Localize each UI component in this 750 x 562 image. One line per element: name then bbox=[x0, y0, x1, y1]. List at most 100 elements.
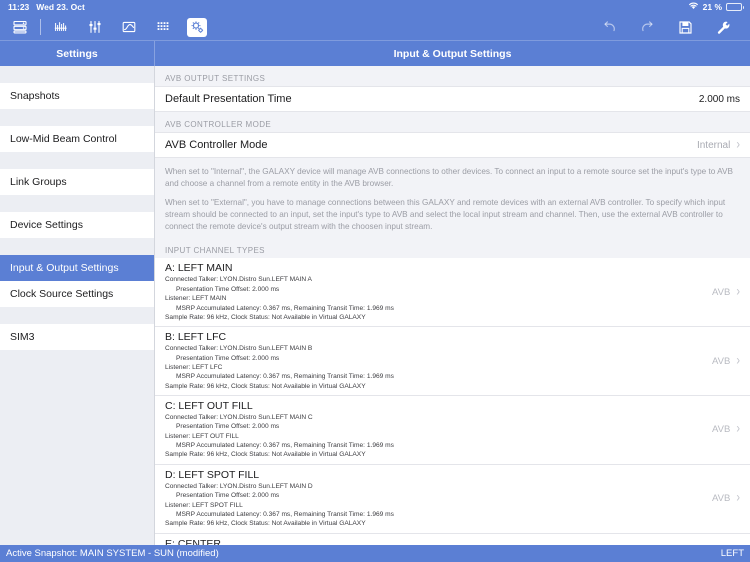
sidebar-group-gap bbox=[0, 66, 154, 83]
matrix-grid-icon[interactable] bbox=[153, 18, 173, 37]
input-channel-offset: Presentation Time Offset: 2.000 ms bbox=[176, 285, 280, 293]
default-presentation-time-value: 2.000 ms bbox=[698, 93, 740, 105]
sidebar-header-title: Settings bbox=[0, 41, 155, 66]
sidebar-group: SIM3 bbox=[0, 324, 154, 350]
device-list-icon[interactable] bbox=[10, 18, 30, 37]
input-channel-sample: Sample Rate: 96 kHz, Clock Status: Not A… bbox=[165, 382, 366, 390]
faders-icon[interactable] bbox=[85, 18, 105, 37]
chevron-right-icon: › bbox=[736, 490, 740, 506]
status-bar-time: 11:23 bbox=[8, 2, 30, 12]
input-channel-sample: Sample Rate: 96 kHz, Clock Status: Not A… bbox=[165, 520, 366, 528]
input-channel-sample: Sample Rate: 96 kHz, Clock Status: Not A… bbox=[165, 451, 366, 459]
avb-controller-help-text: When set to "Internal", the GALAXY devic… bbox=[155, 158, 750, 239]
sidebar-group-gap bbox=[0, 109, 154, 126]
input-channel-right: AVB › bbox=[700, 490, 740, 506]
avb-help-paragraph-1: When set to "Internal", the GALAXY devic… bbox=[165, 167, 733, 188]
battery-percent-label: 21 % bbox=[702, 2, 722, 12]
input-channel-row[interactable]: C: LEFT OUT FILL Connected Talker: LYON.D… bbox=[155, 396, 750, 465]
chevron-right-icon: › bbox=[736, 136, 740, 152]
section-header-avb-controller: AVB CONTROLLER MODE bbox=[155, 112, 750, 132]
sidebar-item-sim3[interactable]: SIM3 bbox=[0, 324, 154, 350]
status-bar-right: 21 % bbox=[688, 2, 744, 12]
battery-icon bbox=[726, 3, 744, 11]
sidebar-item-label: SIM3 bbox=[10, 331, 35, 343]
sidebar-item-link-groups[interactable]: Link Groups bbox=[0, 169, 154, 195]
input-channel-title: E: CENTER bbox=[165, 537, 222, 545]
eq-curve-icon[interactable] bbox=[119, 18, 139, 37]
input-channel-title: D: LEFT SPOT FILL bbox=[165, 468, 260, 481]
input-channel-latency: MSRP Accumulated Latency: 0.367 ms, Rema… bbox=[176, 442, 394, 450]
input-channel-main: C: LEFT OUT FILL Connected Talker: LYON.D… bbox=[165, 400, 394, 460]
input-channel-row[interactable]: A: LEFT MAIN Connected Talker: LYON.Distr… bbox=[155, 258, 750, 328]
chevron-right-icon: › bbox=[736, 353, 740, 369]
sidebar-item-label: Input & Output Settings bbox=[10, 261, 119, 274]
input-channel-offset: Presentation Time Offset: 2.000 ms bbox=[176, 354, 280, 362]
sidebar-item-label: Device Settings bbox=[10, 219, 83, 231]
avb-controller-mode-row[interactable]: AVB Controller Mode Internal › bbox=[155, 132, 750, 158]
sidebar-item-label: Low-Mid Beam Control bbox=[10, 133, 117, 145]
sidebar-item-input-output-settings[interactable]: Input & Output Settings bbox=[0, 255, 154, 281]
toolbar-icon-group bbox=[10, 17, 207, 37]
chevron-right-icon: › bbox=[736, 284, 740, 300]
bottom-status-bar: Active Snapshot: MAIN SYSTEM - SUN (modi… bbox=[0, 545, 750, 562]
input-channel-talker: Connected Talker: LYON.Distro Sun.LEFT M… bbox=[165, 276, 312, 284]
sidebar-group-gap bbox=[0, 307, 154, 324]
section-header-avb-output: AVB OUTPUT SETTINGS bbox=[155, 66, 750, 86]
sidebar-group-gap bbox=[0, 195, 154, 212]
meters-icon[interactable] bbox=[51, 18, 71, 37]
save-icon[interactable] bbox=[676, 18, 694, 36]
avb-output-card: Default Presentation Time 2.000 ms bbox=[155, 86, 750, 112]
avb-help-paragraph-2: When set to "External", you have to mana… bbox=[165, 197, 726, 231]
avb-controller-mode-right: Internal › bbox=[696, 136, 740, 152]
redo-icon[interactable] bbox=[638, 18, 656, 36]
input-channel-row[interactable]: D: LEFT SPOT FILL Connected Talker: LYON.… bbox=[155, 464, 750, 534]
settings-content: AVB OUTPUT SETTINGS Default Presentation… bbox=[155, 66, 750, 545]
input-channel-latency: MSRP Accumulated Latency: 0.367 ms, Rema… bbox=[176, 304, 394, 312]
app-root: 11:23 Wed 23. Oct 21 % Settings Input & … bbox=[0, 0, 750, 562]
input-channel-row[interactable]: B: LEFT LFC Connected Talker: LYON.Distro… bbox=[155, 327, 750, 397]
sidebar-group: Snapshots bbox=[0, 83, 154, 109]
sidebar-item-device-settings[interactable]: Device Settings bbox=[0, 212, 154, 238]
input-channel-type: AVB bbox=[712, 355, 731, 367]
input-channel-talker: Connected Talker: LYON.Distro Sun.LEFT M… bbox=[165, 345, 313, 353]
sidebar-group: Low-Mid Beam Control bbox=[0, 126, 154, 152]
sidebar-item-clock-source-settings[interactable]: Clock Source Settings bbox=[0, 281, 154, 307]
settings-sidebar: Snapshots Low-Mid Beam Control Link Groups… bbox=[0, 66, 155, 545]
input-channel-latency: MSRP Accumulated Latency: 0.367 ms, Rema… bbox=[176, 373, 394, 381]
chevron-right-icon: › bbox=[736, 421, 740, 437]
toolbar-action-group bbox=[600, 18, 740, 36]
undo-icon[interactable] bbox=[600, 18, 618, 36]
default-presentation-time-label: Default Presentation Time bbox=[165, 93, 292, 105]
page-title: Input & Output Settings bbox=[393, 47, 512, 60]
input-channel-listener: Listener: LEFT MAIN bbox=[165, 295, 227, 303]
input-channel-type: AVB bbox=[712, 493, 731, 505]
input-channel-title: C: LEFT OUT FILL bbox=[165, 400, 253, 413]
input-channel-right: AVB › bbox=[700, 421, 740, 437]
input-channel-row[interactable]: E: CENTERConnected Talker: LYON.Distro S… bbox=[155, 533, 750, 545]
wrench-icon[interactable] bbox=[714, 18, 732, 36]
input-channel-title: A: LEFT MAIN bbox=[165, 262, 233, 275]
avb-controller-mode-value: Internal bbox=[696, 139, 731, 151]
sidebar-item-low-mid-beam-control[interactable]: Low-Mid Beam Control bbox=[0, 126, 154, 152]
input-channel-type: AVB bbox=[712, 424, 731, 436]
input-channel-type: AVB bbox=[712, 286, 731, 298]
active-snapshot-label: Active Snapshot: MAIN SYSTEM - SUN (modi… bbox=[6, 548, 219, 559]
input-channel-list: A: LEFT MAIN Connected Talker: LYON.Distr… bbox=[155, 258, 750, 545]
sidebar-item-label: Link Groups bbox=[10, 176, 67, 188]
sidebar-group: Input & Output Settings Clock Source Sett… bbox=[0, 255, 154, 307]
settings-gears-icon[interactable] bbox=[187, 17, 207, 37]
input-channel-listener: Listener: LEFT SPOT FILL bbox=[165, 501, 243, 509]
wifi-icon bbox=[688, 2, 699, 12]
side-label: LEFT bbox=[720, 548, 744, 559]
input-channel-right: AVB › bbox=[700, 284, 740, 300]
sidebar-item-label: Clock Source Settings bbox=[10, 288, 114, 300]
input-channel-latency: MSRP Accumulated Latency: 0.367 ms, Rema… bbox=[176, 510, 394, 518]
avb-controller-card: AVB Controller Mode Internal › bbox=[155, 132, 750, 158]
body-wrapper: Snapshots Low-Mid Beam Control Link Groups… bbox=[0, 66, 750, 545]
toolbar-divider bbox=[40, 19, 41, 35]
status-bar-left: 11:23 Wed 23. Oct bbox=[8, 2, 85, 12]
default-presentation-time-row[interactable]: Default Presentation Time 2.000 ms bbox=[155, 86, 750, 112]
sidebar-item-snapshots[interactable]: Snapshots bbox=[0, 83, 154, 109]
input-channel-main: E: CENTERConnected Talker: LYON.Distro S… bbox=[165, 538, 394, 545]
section-header-input-channels: INPUT CHANNEL TYPES bbox=[155, 238, 750, 259]
